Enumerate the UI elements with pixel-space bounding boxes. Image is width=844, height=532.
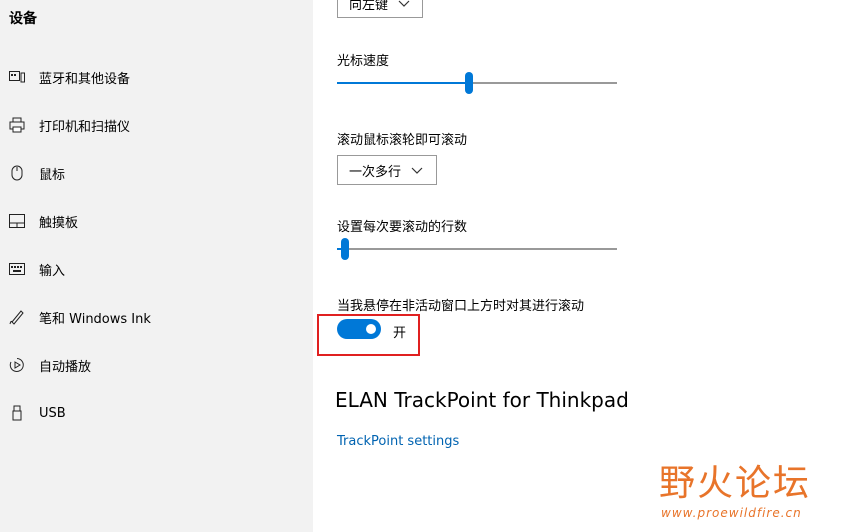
slider-track bbox=[337, 248, 617, 250]
watermark-url: www.proewildfire.cn bbox=[661, 506, 802, 520]
sidebar-item-label: USB bbox=[39, 405, 66, 421]
cursor-speed-label: 光标速度 bbox=[337, 54, 390, 69]
scroll-lines-slider[interactable] bbox=[337, 238, 617, 260]
sidebar-item-label: 鼠标 bbox=[39, 167, 66, 183]
slider-thumb[interactable] bbox=[465, 72, 473, 94]
printer-icon bbox=[8, 116, 26, 134]
inactive-scroll-label: 当我悬停在非活动窗口上方时对其进行滚动 bbox=[337, 299, 585, 314]
inactive-scroll-toggle[interactable] bbox=[337, 319, 381, 339]
sidebar-item-usb[interactable]: USB bbox=[0, 393, 313, 433]
trackpoint-section-heading: ELAN TrackPoint for Thinkpad bbox=[335, 388, 629, 412]
scroll-lines-label: 设置每次要滚动的行数 bbox=[337, 220, 468, 235]
sidebar-item-autoplay[interactable]: 自动播放 bbox=[0, 345, 313, 385]
keyboard-icon bbox=[8, 260, 26, 278]
sidebar-item-label: 输入 bbox=[39, 263, 66, 279]
autoplay-icon bbox=[8, 356, 26, 374]
sidebar-item-label: 笔和 Windows Ink bbox=[39, 311, 151, 327]
watermark-logo: 野火论坛 www.proewildfire.cn bbox=[655, 448, 835, 528]
watermark-title: 野火论坛 bbox=[659, 463, 812, 504]
primary-button-select[interactable]: 向左键 bbox=[337, 0, 423, 18]
sidebar-item-typing[interactable]: 输入 bbox=[0, 249, 313, 289]
scroll-mode-value: 一次多行 bbox=[349, 164, 402, 180]
toggle-state-label: 开 bbox=[393, 326, 407, 341]
cursor-speed-slider[interactable] bbox=[337, 72, 617, 94]
sidebar-title: 设备 bbox=[9, 11, 37, 27]
touchpad-icon bbox=[8, 212, 26, 230]
trackpoint-settings-link[interactable]: TrackPoint settings bbox=[337, 434, 459, 449]
bluetooth-devices-icon bbox=[8, 68, 26, 86]
sidebar-item-label: 触摸板 bbox=[39, 215, 79, 231]
sidebar-item-touchpad[interactable]: 触摸板 bbox=[0, 201, 313, 241]
scroll-mode-select[interactable]: 一次多行 bbox=[337, 155, 437, 185]
sidebar-item-label: 自动播放 bbox=[39, 359, 92, 375]
sidebar-item-mouse[interactable]: 鼠标 bbox=[0, 153, 313, 193]
slider-thumb[interactable] bbox=[341, 238, 349, 260]
scroll-mode-label: 滚动鼠标滚轮即可滚动 bbox=[337, 133, 468, 148]
sidebar-item-label: 蓝牙和其他设备 bbox=[39, 71, 131, 87]
sidebar-item-pen[interactable]: 笔和 Windows Ink bbox=[0, 297, 313, 337]
sidebar-item-bluetooth[interactable]: 蓝牙和其他设备 bbox=[0, 57, 313, 97]
slider-fill bbox=[337, 82, 469, 84]
chevron-down-icon bbox=[411, 167, 423, 174]
usb-icon bbox=[8, 404, 26, 422]
sidebar-item-printers[interactable]: 打印机和扫描仪 bbox=[0, 105, 313, 145]
sidebar-item-label: 打印机和扫描仪 bbox=[39, 119, 131, 135]
chevron-down-icon bbox=[398, 0, 410, 7]
primary-button-value: 向左键 bbox=[349, 0, 389, 13]
mouse-icon bbox=[8, 164, 26, 182]
toggle-knob bbox=[366, 324, 376, 334]
sidebar: 设备 蓝牙和其他设备 打印机和扫描仪 鼠标 触摸板 输入 笔和 Windows … bbox=[0, 0, 313, 532]
pen-icon bbox=[8, 308, 26, 326]
